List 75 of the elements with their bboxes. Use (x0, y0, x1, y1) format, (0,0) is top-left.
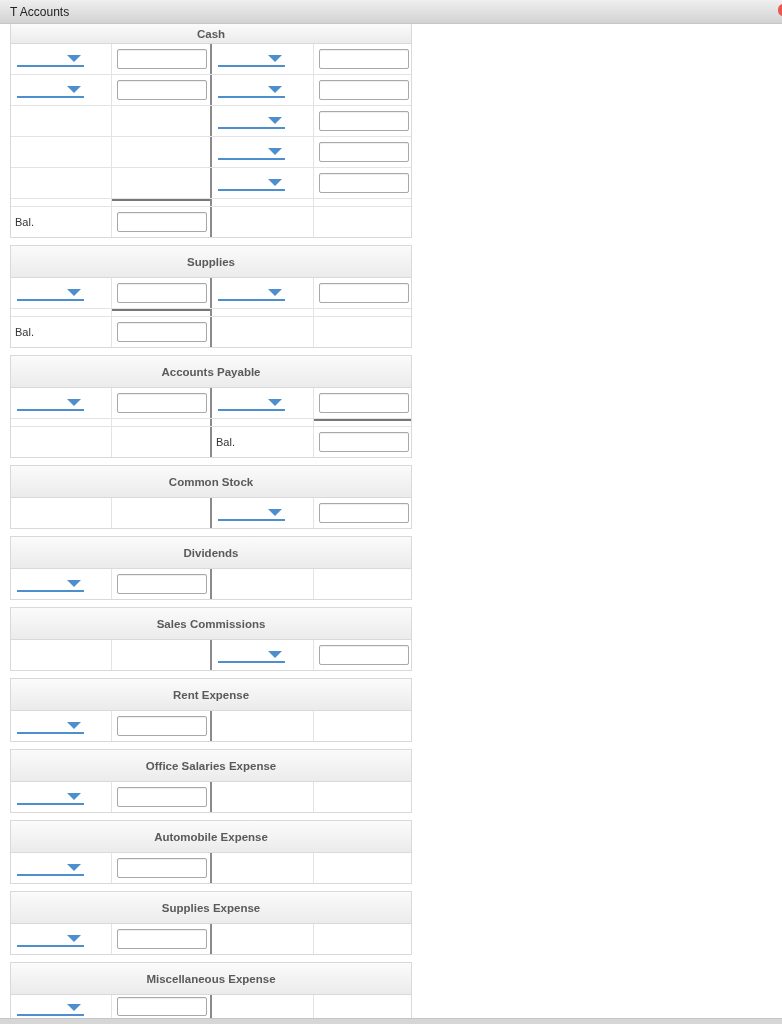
caret-icon (268, 651, 282, 658)
caret-icon (268, 509, 282, 516)
caret-icon (67, 86, 81, 93)
caret-icon (268, 148, 282, 155)
dropdown[interactable] (17, 933, 84, 947)
dropdown[interactable] (218, 146, 285, 160)
balance-label: Bal. (216, 436, 235, 448)
caret-icon (67, 55, 81, 62)
account-title: Accounts Payable (11, 356, 411, 388)
input-field[interactable] (117, 80, 207, 100)
input-field[interactable] (117, 49, 207, 69)
account-title: Office Salaries Expense (11, 750, 411, 782)
dropdown[interactable] (218, 115, 285, 129)
dropdown[interactable] (17, 791, 84, 805)
input-field[interactable] (117, 787, 207, 807)
account-title: Rent Expense (11, 679, 411, 711)
dropdown[interactable] (17, 862, 84, 876)
input-field[interactable] (117, 574, 207, 594)
caret-icon (268, 86, 282, 93)
dropdown[interactable] (218, 53, 285, 67)
account-title: Supplies Expense (11, 892, 411, 924)
input-field[interactable] (117, 212, 207, 232)
caret-icon (268, 289, 282, 296)
dropdown[interactable] (17, 287, 84, 301)
balance-label: Bal. (15, 216, 34, 228)
dropdown[interactable] (218, 649, 285, 663)
caret-icon (268, 179, 282, 186)
caret-icon (268, 117, 282, 124)
balance-label: Bal. (15, 326, 34, 338)
input-field[interactable] (117, 929, 207, 949)
dropdown[interactable] (218, 84, 285, 98)
input-field[interactable] (117, 322, 207, 342)
caret-icon (67, 580, 81, 587)
account-title: Automobile Expense (11, 821, 411, 853)
dropdown[interactable] (17, 397, 84, 411)
input-field[interactable] (117, 393, 207, 413)
caret-icon (268, 399, 282, 406)
dropdown[interactable] (218, 507, 285, 521)
input-field[interactable] (117, 858, 207, 878)
caret-icon (67, 1004, 81, 1011)
input-field[interactable] (319, 80, 409, 100)
input-field[interactable] (117, 716, 207, 736)
dropdown[interactable] (17, 578, 84, 592)
input-field[interactable] (117, 997, 207, 1016)
account-title: Sales Commissions (11, 608, 411, 640)
dropdown[interactable] (17, 1002, 84, 1016)
dropdown[interactable] (17, 84, 84, 98)
window-title: T Accounts (10, 4, 70, 19)
input-field[interactable] (319, 111, 409, 131)
account-title: Common Stock (11, 466, 411, 498)
account-title: Cash (11, 24, 411, 44)
input-field[interactable] (319, 142, 409, 162)
account-title: Dividends (11, 537, 411, 569)
account-title: Miscellaneous Expense (11, 963, 411, 995)
input-field[interactable] (117, 283, 207, 303)
input-field[interactable] (319, 393, 409, 413)
caret-icon (268, 55, 282, 62)
input-field[interactable] (319, 432, 409, 452)
dropdown[interactable] (17, 53, 84, 67)
caret-icon (67, 793, 81, 800)
dropdown[interactable] (218, 397, 285, 411)
caret-icon (67, 289, 81, 296)
input-field[interactable] (319, 49, 409, 69)
input-field[interactable] (319, 645, 409, 665)
input-field[interactable] (319, 283, 409, 303)
caret-icon (67, 935, 81, 942)
dropdown[interactable] (218, 177, 285, 191)
caret-icon (67, 399, 81, 406)
account-title: Supplies (11, 246, 411, 278)
input-field[interactable] (319, 503, 409, 523)
caret-icon (67, 864, 81, 871)
input-field[interactable] (319, 173, 409, 193)
caret-icon (67, 722, 81, 729)
dropdown[interactable] (17, 720, 84, 734)
dropdown[interactable] (218, 287, 285, 301)
